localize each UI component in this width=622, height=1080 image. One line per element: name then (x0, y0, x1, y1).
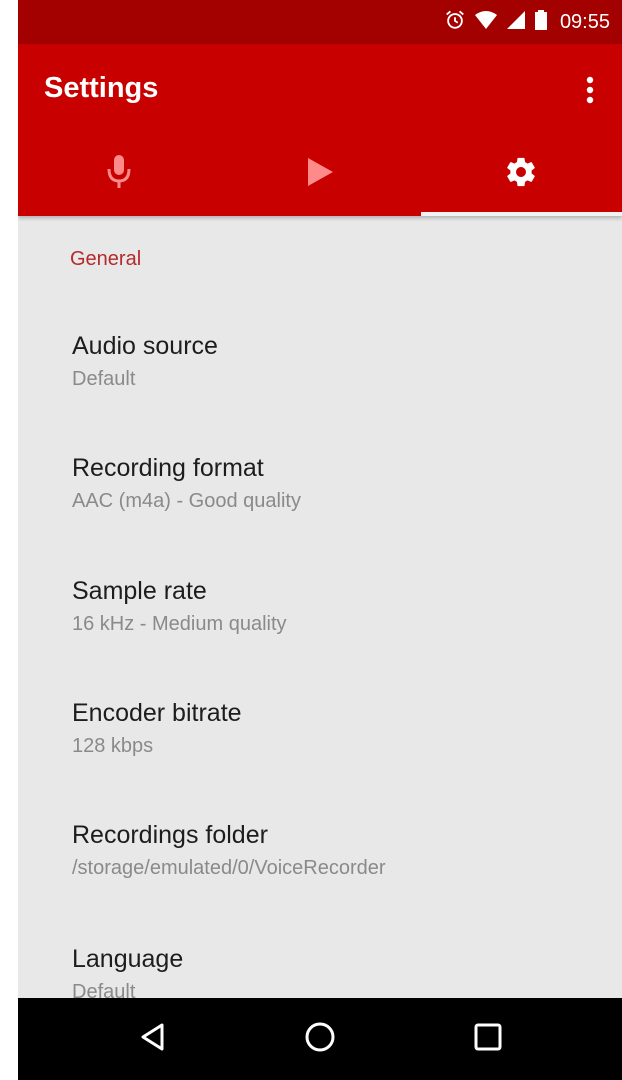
pref-title: Audio source (72, 332, 218, 360)
gear-icon (504, 155, 538, 194)
pref-sample-rate[interactable]: Sample rate 16 kHz - Medium quality (72, 575, 287, 639)
status-bar: 09:55 (18, 0, 622, 44)
wifi-icon (474, 9, 498, 36)
pref-title: Sample rate (72, 577, 207, 605)
home-button[interactable] (280, 998, 360, 1080)
battery-icon (534, 9, 548, 36)
play-icon (306, 157, 334, 192)
section-header-general: General (70, 248, 142, 270)
home-icon (303, 1020, 337, 1059)
more-vert-icon[interactable] (572, 66, 608, 114)
pref-recording-format[interactable]: Recording format AAC (m4a) - Good qualit… (72, 452, 301, 516)
microphone-icon (106, 154, 132, 195)
pref-summary: Default (72, 368, 136, 390)
status-icons: 09:55 (444, 0, 610, 44)
back-icon (138, 1022, 168, 1057)
tab-bar (18, 132, 622, 216)
pref-title: Language (72, 945, 184, 973)
pref-audio-source[interactable]: Audio source Default (72, 330, 218, 394)
status-time: 09:55 (559, 10, 610, 33)
pref-language[interactable]: Language Default (72, 943, 183, 998)
pref-summary: 16 kHz - Medium quality (72, 613, 287, 635)
page-title: Settings (44, 72, 159, 104)
pref-title: Recording format (72, 454, 264, 482)
pref-recordings-folder[interactable]: Recordings folder /storage/emulated/0/Vo… (72, 819, 386, 883)
settings-list: General Audio source Default Recording f… (18, 216, 622, 998)
back-button[interactable] (113, 998, 193, 1080)
tab-record[interactable] (18, 132, 219, 216)
pref-title: Encoder bitrate (72, 699, 242, 727)
pref-summary: /storage/emulated/0/VoiceRecorder (72, 857, 386, 879)
pref-title: Recordings folder (72, 821, 268, 849)
alarm-icon (444, 9, 466, 36)
pref-encoder-bitrate[interactable]: Encoder bitrate 128 kbps (72, 697, 242, 761)
recents-button[interactable] (448, 998, 528, 1080)
pref-summary: Default (72, 981, 136, 998)
navigation-bar (18, 998, 622, 1080)
toolbar: Settings (18, 44, 622, 216)
pref-summary: AAC (m4a) - Good quality (72, 490, 301, 512)
tab-settings[interactable] (421, 132, 622, 216)
pref-summary: 128 kbps (72, 735, 154, 757)
signal-icon (506, 10, 526, 35)
tab-playback[interactable] (219, 132, 420, 216)
phone-screen: 09:55 Settings General Audio source Defa… (18, 0, 622, 1080)
recents-icon (473, 1022, 503, 1057)
